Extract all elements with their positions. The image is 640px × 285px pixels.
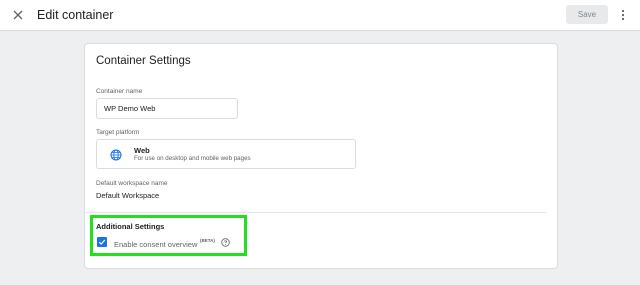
beta-badge: (BETA) [200, 238, 215, 243]
consent-overview-checkbox[interactable] [97, 237, 107, 247]
platform-name: Web [134, 146, 150, 155]
additional-settings-title: Additional Settings [96, 222, 165, 231]
target-platform-option[interactable]: Web For use on desktop and mobile web pa… [96, 139, 356, 169]
help-circle-icon[interactable] [221, 238, 230, 247]
container-name-input[interactable] [96, 98, 238, 119]
platform-description: For use on desktop and mobile web pages [134, 155, 251, 162]
close-button[interactable] [9, 6, 27, 24]
globe-icon [110, 149, 122, 161]
save-button[interactable]: Save [566, 5, 608, 24]
default-workspace-label: Default workspace name [96, 180, 168, 187]
container-name-label: Container name [96, 88, 143, 95]
more-options-button[interactable] [617, 6, 629, 24]
section-divider [84, 212, 546, 213]
card-title: Container Settings [96, 55, 191, 67]
page-title: Edit container [37, 8, 114, 22]
target-platform-label: Target platform [96, 129, 140, 136]
check-icon [98, 239, 106, 245]
consent-overview-label: Enable consent overview [114, 240, 198, 249]
more-vert-icon [621, 9, 625, 21]
default-workspace-value: Default Workspace [96, 191, 160, 200]
top-app-bar: Edit container Save [0, 0, 640, 31]
close-icon [13, 10, 23, 20]
